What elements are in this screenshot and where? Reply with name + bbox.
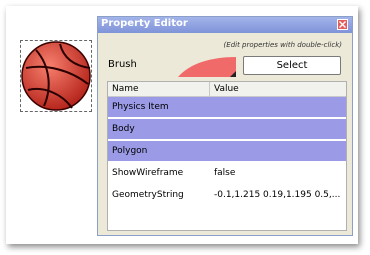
selection-frame bbox=[20, 40, 92, 112]
table-header: Name Value bbox=[108, 82, 346, 97]
brush-preview-icon bbox=[178, 57, 236, 77]
property-table: Name Value Physics Item Body Polygon Sho… bbox=[107, 81, 347, 231]
row-name: Body bbox=[112, 124, 135, 134]
property-editor-window: Property Editor (Edit properties with do… bbox=[97, 16, 353, 236]
table-row[interactable]: Physics Item bbox=[108, 97, 346, 117]
titlebar[interactable]: Property Editor bbox=[98, 17, 352, 33]
select-brush-button[interactable]: Select bbox=[243, 56, 341, 75]
close-icon bbox=[339, 21, 346, 28]
table-row[interactable]: ShowWireframe false bbox=[108, 163, 346, 183]
row-value[interactable]: false bbox=[214, 168, 235, 178]
row-name: Physics Item bbox=[112, 102, 169, 112]
close-button[interactable] bbox=[337, 19, 348, 30]
row-name: Polygon bbox=[112, 146, 148, 156]
edit-hint: (Edit properties with double-click) bbox=[223, 41, 342, 49]
table-row[interactable]: Polygon bbox=[108, 141, 346, 161]
column-divider[interactable] bbox=[209, 82, 210, 96]
row-value[interactable]: -0.1,1.215 0.19,1.195 0.5,... bbox=[214, 190, 340, 200]
column-header-value[interactable]: Value bbox=[214, 84, 239, 94]
row-name: GeometryString bbox=[112, 190, 184, 200]
table-row[interactable]: GeometryString -0.1,1.215 0.19,1.195 0.5… bbox=[108, 185, 346, 205]
brush-label: Brush bbox=[108, 59, 137, 70]
table-row[interactable]: Body bbox=[108, 119, 346, 139]
row-name: ShowWireframe bbox=[112, 168, 184, 178]
column-header-name[interactable]: Name bbox=[112, 84, 139, 94]
window-title: Property Editor bbox=[101, 18, 188, 29]
